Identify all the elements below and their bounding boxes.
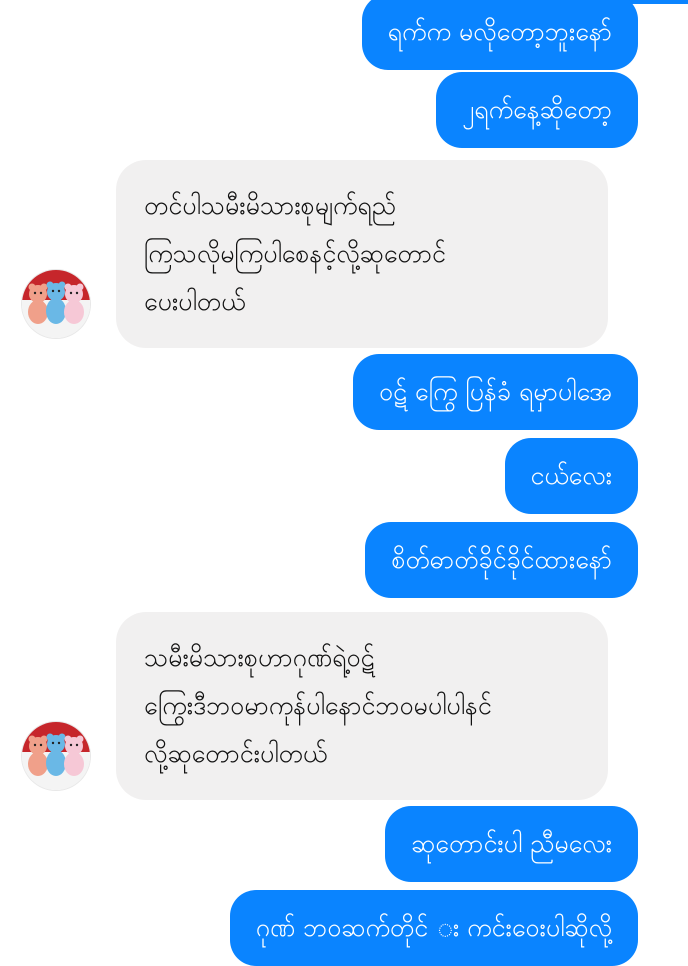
teddy-bears-avatar-icon[interactable]	[22, 270, 90, 338]
message-line: ကြသလိုမကြပါစေနင့်လို့ဆုတောင်	[144, 239, 446, 268]
outgoing-message[interactable]: ငယ်လေး	[504, 438, 638, 514]
message-text: ဝဋ် ကြွေ ပြန်ခံ ရမှာပါအေ	[379, 377, 612, 406]
incoming-message[interactable]: သမီးမိသားစုဟာဂုဏ်ရဲ့ဝဋ် ကြွေးဒီဘဝမာကုန်ပ…	[116, 612, 608, 800]
message-text: ရက်က မလိုတော့ဘူးနော်	[387, 17, 612, 46]
message-line: ပေးပါတယ်	[144, 287, 246, 316]
top-divider	[628, 0, 688, 4]
chat-thread: ရက်က မလိုတော့ဘူးနော် ၂ရက်နေ့ဆိုတော့ တင်ပ…	[0, 0, 688, 966]
message-text: ဂုဏ် ဘဝဆက်တိုင် း ကင်းဝေးပါဆိုလို့	[255, 913, 612, 942]
outgoing-message[interactable]: ရက်က မလိုတော့ဘူးနော်	[361, 0, 638, 70]
message-line: ကြွေးဒီဘဝမာကုန်ပါနောင်ဘဝမပါပါနင်	[144, 691, 492, 720]
outgoing-message[interactable]: ဆုတောင်းပါ ညီမလေး	[385, 806, 638, 882]
message-text: စိတ်ဓာတ်ခိုင်ခိုင်ထားနော်	[391, 545, 612, 574]
outgoing-message[interactable]: ၂ရက်နေ့ဆိုတော့	[436, 72, 638, 148]
message-text: ဆုတောင်းပါ ညီမလေး	[411, 829, 612, 858]
outgoing-message[interactable]: ဝဋ် ကြွေ ပြန်ခံ ရမှာပါအေ	[353, 354, 638, 430]
teddy-bears-avatar-icon[interactable]	[22, 722, 90, 790]
message-line: လို့ဆုတောင်းပါတယ်	[144, 739, 328, 768]
message-line: တင်ပါသမီးမိသားစုမျက်ရည်	[144, 191, 396, 220]
incoming-message[interactable]: တင်ပါသမီးမိသားစုမျက်ရည် ကြသလိုမကြပါစေနင့…	[116, 160, 608, 348]
message-text: ငယ်လေး	[530, 461, 613, 490]
message-line: သမီးမိသားစုဟာဂုဏ်ရဲ့ဝဋ်	[144, 643, 375, 672]
message-text: ၂ရက်နေ့ဆိုတော့	[462, 95, 612, 124]
outgoing-message[interactable]: စိတ်ဓာတ်ခိုင်ခိုင်ထားနော်	[365, 522, 638, 598]
outgoing-message[interactable]: ဂုဏ် ဘဝဆက်တိုင် း ကင်းဝေးပါဆိုလို့	[229, 890, 638, 966]
